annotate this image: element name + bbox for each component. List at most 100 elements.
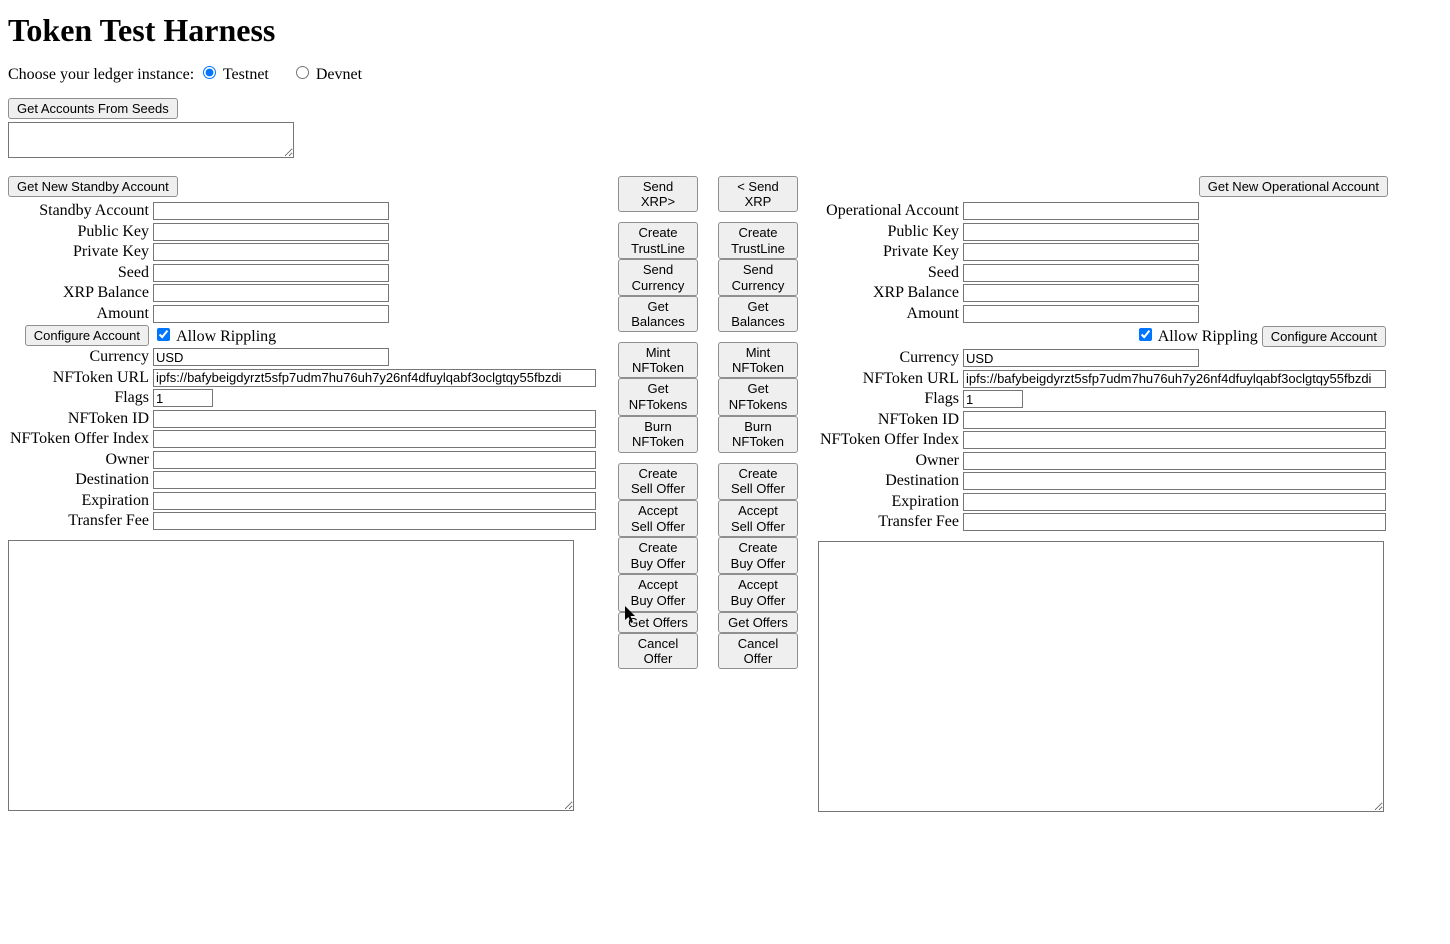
standby-create-sell-offer-button[interactable]: Create Sell Offer bbox=[618, 463, 698, 500]
ledger-devnet-radio[interactable] bbox=[296, 66, 309, 79]
standby-nfturl-label: NFToken URL bbox=[8, 368, 151, 389]
standby-destination-label: Destination bbox=[8, 470, 151, 491]
ledger-testnet-label: Testnet bbox=[223, 66, 269, 83]
get-accounts-from-seeds-button[interactable]: Get Accounts From Seeds bbox=[8, 98, 178, 119]
standby-destination-input[interactable] bbox=[153, 471, 596, 489]
standby-seed-input[interactable] bbox=[153, 264, 389, 282]
standby-seed-label: Seed bbox=[8, 263, 151, 284]
standby-allow-rippling-checkbox[interactable] bbox=[157, 328, 170, 341]
operational-amount-input[interactable] bbox=[963, 305, 1199, 323]
operational-transferfee-label: Transfer Fee bbox=[818, 512, 961, 533]
operational-create-sell-offer-button[interactable]: Create Sell Offer bbox=[718, 463, 798, 500]
operational-account-label: Operational Account bbox=[818, 201, 961, 222]
operational-transferfee-input[interactable] bbox=[963, 513, 1386, 531]
standby-allow-rippling-label: Allow Rippling bbox=[176, 328, 276, 345]
operational-log-textarea[interactable] bbox=[818, 541, 1384, 812]
operational-currency-input[interactable] bbox=[963, 349, 1199, 367]
send-xrp-left-button[interactable]: < Send XRP bbox=[718, 176, 798, 212]
standby-mint-nft-button[interactable]: Mint NFToken bbox=[618, 342, 698, 378]
standby-get-offers-button[interactable]: Get Offers bbox=[618, 612, 698, 633]
operational-owner-input[interactable] bbox=[963, 452, 1386, 470]
standby-currency-input[interactable] bbox=[153, 348, 389, 366]
ledger-selector: Choose your ledger instance: Testnet Dev… bbox=[8, 63, 1442, 84]
operational-seed-label: Seed bbox=[818, 263, 961, 284]
center-column: Send XRP> < Send XRP Create TrustLine Cr… bbox=[618, 176, 798, 669]
operational-cancel-offer-button[interactable]: Cancel Offer bbox=[718, 633, 798, 669]
standby-privkey-input[interactable] bbox=[153, 243, 389, 261]
operational-mint-nft-button[interactable]: Mint NFToken bbox=[718, 342, 798, 378]
standby-pubkey-label: Public Key bbox=[8, 222, 151, 243]
standby-log-textarea[interactable] bbox=[8, 540, 574, 811]
standby-amount-input[interactable] bbox=[153, 305, 389, 323]
operational-flags-label: Flags bbox=[818, 389, 961, 410]
standby-expiration-input[interactable] bbox=[153, 492, 596, 510]
operational-pubkey-input[interactable] bbox=[963, 223, 1199, 241]
operational-accept-buy-offer-button[interactable]: Accept Buy Offer bbox=[718, 574, 798, 611]
operational-accept-sell-offer-button[interactable]: Accept Sell Offer bbox=[718, 500, 798, 537]
operational-nfturl-input[interactable] bbox=[963, 370, 1386, 388]
operational-nftid-input[interactable] bbox=[963, 411, 1386, 429]
standby-owner-input[interactable] bbox=[153, 451, 596, 469]
operational-allow-rippling-label: Allow Rippling bbox=[1158, 328, 1258, 345]
standby-create-trustline-button[interactable]: Create TrustLine bbox=[618, 222, 698, 259]
operational-seed-input[interactable] bbox=[963, 264, 1199, 282]
operational-flags-input[interactable] bbox=[963, 390, 1023, 408]
standby-get-nfts-button[interactable]: Get NFTokens bbox=[618, 378, 698, 415]
operational-get-balances-button[interactable]: Get Balances bbox=[718, 296, 798, 332]
standby-amount-label: Amount bbox=[8, 304, 151, 325]
operational-send-currency-button[interactable]: Send Currency bbox=[718, 259, 798, 296]
standby-owner-label: Owner bbox=[8, 450, 151, 471]
standby-configure-account-button[interactable]: Configure Account bbox=[25, 325, 149, 346]
ledger-prompt: Choose your ledger instance: bbox=[8, 66, 194, 83]
get-new-standby-account-button[interactable]: Get New Standby Account bbox=[8, 176, 178, 197]
standby-offerindex-input[interactable] bbox=[153, 430, 596, 448]
standby-cancel-offer-button[interactable]: Cancel Offer bbox=[618, 633, 698, 669]
ledger-devnet-option[interactable]: Devnet bbox=[291, 66, 362, 83]
standby-burn-nft-button[interactable]: Burn NFToken bbox=[618, 416, 698, 453]
operational-burn-nft-button[interactable]: Burn NFToken bbox=[718, 416, 798, 453]
operational-nftid-label: NFToken ID bbox=[818, 410, 961, 431]
seeds-textarea[interactable] bbox=[8, 122, 294, 158]
operational-allow-rippling-checkbox[interactable] bbox=[1139, 328, 1152, 341]
operational-amount-label: Amount bbox=[818, 304, 961, 325]
operational-owner-label: Owner bbox=[818, 451, 961, 472]
standby-pubkey-input[interactable] bbox=[153, 223, 389, 241]
standby-column: Get New Standby Account Standby Account … bbox=[8, 176, 598, 816]
standby-offerindex-label: NFToken Offer Index bbox=[8, 429, 151, 450]
operational-balance-input[interactable] bbox=[963, 284, 1199, 302]
operational-destination-input[interactable] bbox=[963, 472, 1386, 490]
operational-account-input[interactable] bbox=[963, 202, 1199, 220]
operational-destination-label: Destination bbox=[818, 471, 961, 492]
ledger-testnet-option[interactable]: Testnet bbox=[198, 66, 273, 83]
seed-block: Get Accounts From Seeds bbox=[8, 98, 1442, 158]
operational-offerindex-input[interactable] bbox=[963, 431, 1386, 449]
standby-expiration-label: Expiration bbox=[8, 491, 151, 512]
send-xrp-right-button[interactable]: Send XRP> bbox=[618, 176, 698, 212]
standby-accept-sell-offer-button[interactable]: Accept Sell Offer bbox=[618, 500, 698, 537]
standby-get-balances-button[interactable]: Get Balances bbox=[618, 296, 698, 332]
standby-create-buy-offer-button[interactable]: Create Buy Offer bbox=[618, 537, 698, 574]
operational-get-nfts-button[interactable]: Get NFTokens bbox=[718, 378, 798, 415]
get-new-operational-account-button[interactable]: Get New Operational Account bbox=[1199, 176, 1388, 197]
operational-expiration-label: Expiration bbox=[818, 492, 961, 513]
ledger-testnet-radio[interactable] bbox=[203, 66, 216, 79]
standby-account-input[interactable] bbox=[153, 202, 389, 220]
standby-transferfee-label: Transfer Fee bbox=[8, 511, 151, 532]
standby-flags-input[interactable] bbox=[153, 389, 213, 407]
operational-privkey-label: Private Key bbox=[818, 242, 961, 263]
operational-create-trustline-button[interactable]: Create TrustLine bbox=[718, 222, 798, 259]
standby-nfturl-input[interactable] bbox=[153, 369, 596, 387]
standby-send-currency-button[interactable]: Send Currency bbox=[618, 259, 698, 296]
ledger-devnet-label: Devnet bbox=[316, 66, 362, 83]
operational-configure-account-button[interactable]: Configure Account bbox=[1262, 326, 1386, 347]
operational-privkey-input[interactable] bbox=[963, 243, 1199, 261]
standby-transferfee-input[interactable] bbox=[153, 512, 596, 530]
operational-pubkey-label: Public Key bbox=[818, 222, 961, 243]
operational-currency-label: Currency bbox=[818, 348, 961, 369]
standby-nftid-input[interactable] bbox=[153, 410, 596, 428]
standby-accept-buy-offer-button[interactable]: Accept Buy Offer bbox=[618, 574, 698, 611]
standby-balance-input[interactable] bbox=[153, 284, 389, 302]
operational-create-buy-offer-button[interactable]: Create Buy Offer bbox=[718, 537, 798, 574]
operational-get-offers-button[interactable]: Get Offers bbox=[718, 612, 798, 633]
operational-expiration-input[interactable] bbox=[963, 493, 1386, 511]
